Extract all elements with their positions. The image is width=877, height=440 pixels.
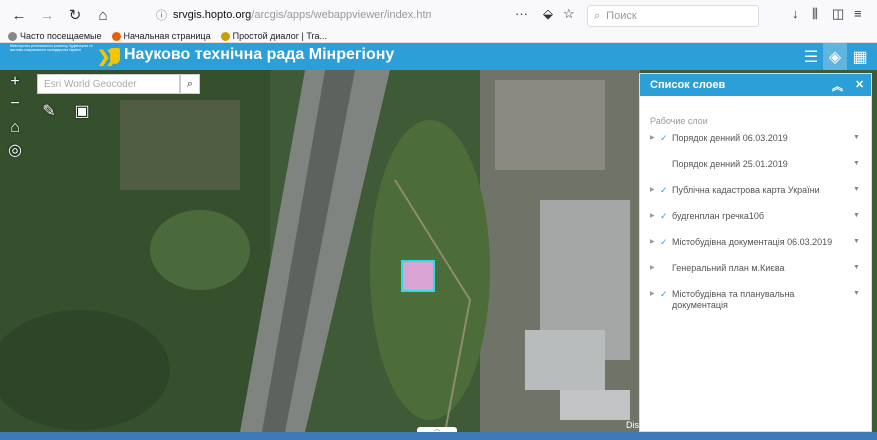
firefox-icon xyxy=(111,31,121,41)
layer-menu-icon[interactable]: ▼ xyxy=(853,238,860,245)
expand-arrow-icon[interactable]: ▶ xyxy=(650,264,655,271)
bookmark-item[interactable]: Часто посещаемые xyxy=(8,31,102,41)
measure-ruler-icon[interactable]: ✎ xyxy=(40,102,58,120)
pocket-icon[interactable]: ⬙ xyxy=(543,6,553,22)
library-icon[interactable]: ⫼ xyxy=(812,6,818,22)
menu-icon[interactable]: ≡ xyxy=(854,6,862,21)
more-icon[interactable]: ··· xyxy=(515,6,528,21)
layer-name: будгенплан гречка10б xyxy=(672,211,765,221)
map-credits: Dis xyxy=(626,420,639,430)
layer-item[interactable]: ▶ ✓ Містобудівна та планувальна документ… xyxy=(640,282,871,312)
expand-arrow-icon[interactable]: ▶ xyxy=(650,212,655,219)
os-taskbar xyxy=(0,432,877,440)
home-icon[interactable]: ⌂ xyxy=(92,4,114,26)
bookmark-label: Начальная страница xyxy=(123,31,211,41)
bookmark-label: Простой диалог | Tra... xyxy=(232,31,328,41)
checkbox[interactable]: ✓ xyxy=(660,133,668,144)
url-domain: srvgis.hopto.org xyxy=(173,9,252,21)
close-icon[interactable]: ✕ xyxy=(855,78,864,91)
geocoder-input[interactable]: Esri World Geocoder xyxy=(37,74,180,94)
expand-arrow-icon[interactable]: ▶ xyxy=(650,238,655,245)
checkbox[interactable]: ✓ xyxy=(660,289,668,300)
address-bar[interactable]: ⓘ srvgis.hopto.org/arcgis/apps/webappvie… xyxy=(156,5,496,25)
layer-item[interactable]: ▶ ✓ Містобудівна документація 06.03.2019… xyxy=(640,230,871,256)
expand-arrow-icon[interactable]: ▶ xyxy=(650,186,655,193)
bookmark-label: Часто посещаемые xyxy=(20,31,102,41)
back-icon[interactable]: ← xyxy=(8,4,30,26)
parcel-marker[interactable] xyxy=(401,260,435,292)
app-title: Науково технічна рада Мінрегіону xyxy=(124,46,395,63)
bookmark-item[interactable]: Начальная страница xyxy=(111,31,211,41)
layer-name: Містобудівна документація 06.03.2019 xyxy=(672,237,833,247)
layer-menu-icon[interactable]: ▼ xyxy=(853,160,860,167)
layer-item[interactable]: ▶ ✓ Публічна кадастрова карта України ▼ xyxy=(640,178,871,204)
panel-title: Список слоев xyxy=(650,79,726,91)
home-extent-icon[interactable]: ⌂ xyxy=(6,119,24,137)
collapse-icon[interactable]: ︽ xyxy=(832,78,843,94)
layer-list-panel: Список слоев ︽ ✕ Рабочие слои ▶ ✓ Порядо… xyxy=(639,73,872,432)
bookmark-star-icon[interactable]: ☆ xyxy=(563,6,575,22)
ministry-logo-text: Міністерство регіонального розвитку, буд… xyxy=(10,44,93,52)
zoom-out-icon[interactable]: − xyxy=(6,95,24,113)
layer-menu-icon[interactable]: ▼ xyxy=(853,264,860,271)
layer-menu-icon[interactable]: ▼ xyxy=(853,186,860,193)
layer-name: Публічна кадастрова карта України xyxy=(672,185,820,195)
forward-icon[interactable]: → xyxy=(36,4,58,26)
browser-search-input[interactable]: ⌕ Поиск xyxy=(587,5,759,27)
locate-icon[interactable]: ◎ xyxy=(6,141,24,159)
url-path: /arcgis/apps/webappviewer/index.html?id=… xyxy=(251,9,432,21)
bookmark-item[interactable]: Простой диалог | Tra... xyxy=(220,31,328,41)
download-icon[interactable]: ↓ xyxy=(792,6,799,21)
layer-name: Генеральний план м.Києва xyxy=(672,263,785,273)
search-placeholder: Поиск xyxy=(606,10,637,22)
checkbox[interactable]: ✓ xyxy=(660,237,668,248)
layer-item[interactable]: Порядок денний 25.01.2019 ▼ xyxy=(640,152,871,178)
trident-icon xyxy=(110,48,120,64)
layer-menu-icon[interactable]: ▼ xyxy=(853,212,860,219)
search-icon: ⌕ xyxy=(594,9,601,22)
widgets-grid-icon[interactable]: ▦ xyxy=(848,43,872,70)
layer-name: Порядок денний 25.01.2019 xyxy=(672,159,788,169)
panel-header: Список слоев ︽ ✕ xyxy=(640,74,871,96)
geocoder-search-icon[interactable]: ⌕ xyxy=(180,74,200,94)
site-info-icon[interactable]: ⓘ xyxy=(156,7,167,23)
pin-icon xyxy=(220,31,230,41)
layers-icon[interactable]: ◈ xyxy=(823,43,847,70)
layer-menu-icon[interactable]: ▼ xyxy=(853,134,860,141)
reload-icon[interactable]: ↻ xyxy=(64,4,86,26)
draw-tool-icon[interactable]: ▣ xyxy=(73,102,91,120)
layer-list: ▶ ✓ Порядок денний 06.03.2019 ▼ Порядок … xyxy=(640,126,871,312)
checkbox[interactable]: ✓ xyxy=(660,185,668,196)
layer-name: Містобудівна та планувальна документація xyxy=(672,289,795,310)
layer-menu-icon[interactable]: ▼ xyxy=(853,290,860,297)
layer-item[interactable]: ▶ ✓ будгенплан гречка10б ▼ xyxy=(640,204,871,230)
layer-item[interactable]: ▶ Генеральний план м.Києва ▼ xyxy=(640,256,871,282)
section-label: Рабочие слои xyxy=(650,116,708,126)
gear-icon xyxy=(8,31,17,41)
legend-list-icon[interactable]: ☰ xyxy=(799,43,823,70)
layer-item[interactable]: ▶ ✓ Порядок денний 06.03.2019 ▼ xyxy=(640,126,871,152)
bookmarks-bar: Часто посещаемые Начальная страница Прос… xyxy=(0,30,877,43)
layer-name: Порядок денний 06.03.2019 xyxy=(672,133,788,143)
expand-arrow-icon[interactable]: ▶ xyxy=(650,290,655,297)
sidebar-icon[interactable]: ◫ xyxy=(832,6,844,22)
checkbox[interactable]: ✓ xyxy=(660,211,668,222)
expand-arrow-icon[interactable]: ▶ xyxy=(650,134,655,141)
zoom-in-icon[interactable]: + xyxy=(6,73,24,91)
app-header: Міністерство регіонального розвитку, буд… xyxy=(0,43,877,70)
